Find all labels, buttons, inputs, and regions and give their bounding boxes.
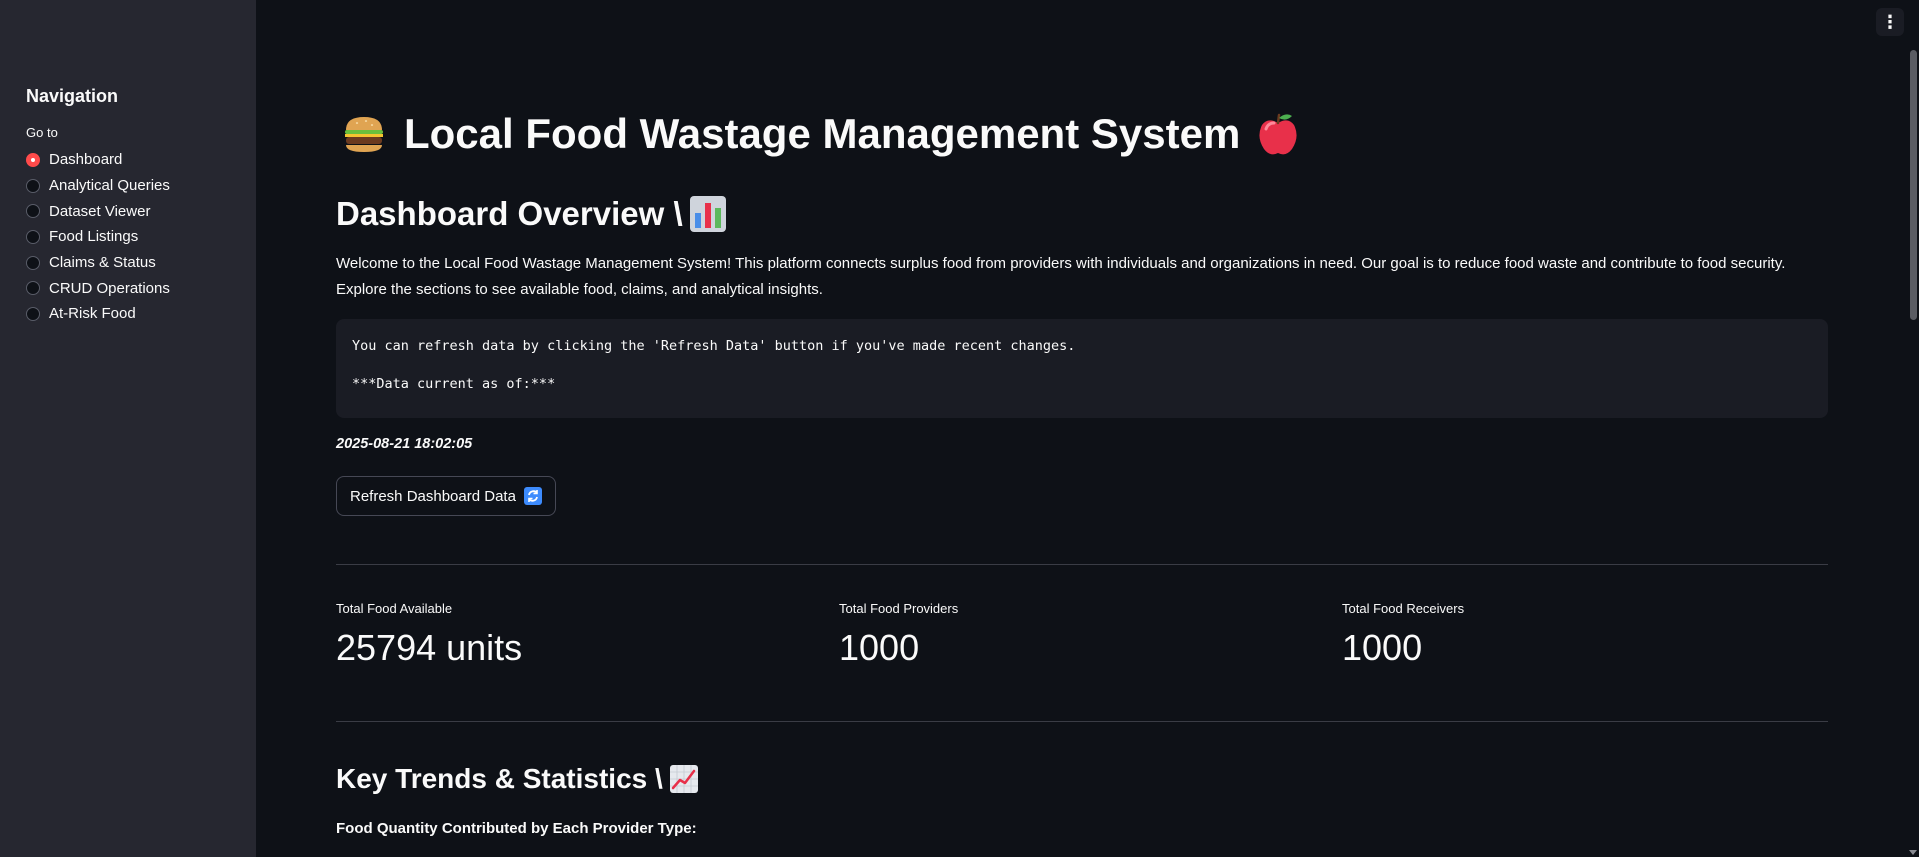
nav-radio-label: Dataset Viewer	[49, 202, 151, 220]
page-title-text: Local Food Wastage Management System	[404, 110, 1241, 157]
metric-value: 1000	[1342, 627, 1423, 668]
nav-radio-at-risk-food[interactable]: At-Risk Food	[26, 301, 256, 327]
nav-radio-dashboard[interactable]: Dashboard	[26, 147, 256, 173]
provider-type-subheading: Food Quantity Contributed by Each Provid…	[336, 820, 697, 837]
bar-chart-icon	[689, 196, 726, 232]
nav-radio-label: At-Risk Food	[49, 305, 136, 323]
apple-icon	[1259, 113, 1297, 155]
nav-radio-label: Analytical Queries	[49, 177, 170, 195]
overview-title-text: Dashboard Overview \	[336, 195, 683, 232]
section-divider	[336, 721, 1828, 722]
navigation-radio-group: Dashboard Analytical Queries Dataset Vie…	[26, 147, 256, 327]
data-timestamp: 2025-08-21 18:02:05	[336, 436, 473, 452]
page-title: Local Food Wastage Management System	[342, 106, 1300, 162]
main-menu-button[interactable]: ⋮	[1876, 8, 1904, 36]
refresh-dashboard-button[interactable]: Refresh Dashboard Data	[336, 476, 556, 516]
scroll-down-arrow-icon[interactable]	[1909, 850, 1917, 855]
page-scrollbar[interactable]	[1907, 0, 1919, 857]
metric-label: Total Food Available	[336, 601, 453, 616]
scrollbar-thumb[interactable]	[1910, 50, 1917, 320]
burger-icon	[345, 117, 383, 152]
trends-section-title: Key Trends & Statistics \	[336, 760, 699, 798]
nav-radio-analytical-queries[interactable]: Analytical Queries	[26, 173, 256, 199]
refresh-button-label: Refresh Dashboard Data	[350, 487, 516, 505]
metric-value: 1000	[839, 627, 920, 668]
code-line: You can refresh data by clicking the 'Re…	[352, 338, 1076, 354]
nav-radio-food-listings[interactable]: Food Listings	[26, 224, 256, 250]
sidebar: Navigation Go to Dashboard Analytical Qu…	[0, 0, 256, 857]
nav-radio-label: Dashboard	[49, 151, 123, 169]
refresh-icon	[523, 487, 542, 505]
code-line: ***Data current as of:***	[352, 376, 556, 392]
metric-label: Total Food Providers	[839, 601, 959, 616]
kebab-menu-icon: ⋮	[1881, 12, 1899, 32]
section-divider	[336, 564, 1828, 565]
metric-total-food-available: Total Food Available 25794 units	[336, 600, 816, 668]
radio-button-icon[interactable]	[26, 306, 40, 321]
radio-button-icon[interactable]	[26, 255, 40, 270]
trends-title-text: Key Trends & Statistics \	[336, 763, 663, 794]
metric-total-food-providers: Total Food Providers 1000	[839, 600, 1319, 668]
nav-radio-claims-status[interactable]: Claims & Status	[26, 250, 256, 276]
nav-radio-dataset-viewer[interactable]: Dataset Viewer	[26, 198, 256, 224]
code-block: You can refresh data by clicking the 'Re…	[336, 319, 1828, 418]
sidebar-title: Navigation	[26, 86, 119, 106]
radio-group-label: Go to	[26, 125, 58, 140]
nav-radio-label: Food Listings	[49, 228, 139, 246]
metric-value: 25794 units	[336, 627, 523, 668]
nav-radio-crud-operations[interactable]: CRUD Operations	[26, 275, 256, 301]
overview-section-title: Dashboard Overview \	[336, 192, 727, 236]
trend-chart-icon	[669, 765, 698, 793]
nav-radio-label: CRUD Operations	[49, 279, 170, 297]
nav-radio-label: Claims & Status	[49, 254, 156, 272]
intro-paragraph: Welcome to the Local Food Wastage Manage…	[336, 255, 1786, 298]
radio-button-icon[interactable]	[26, 178, 40, 193]
app-window: Navigation Go to Dashboard Analytical Qu…	[0, 0, 1919, 857]
metric-label: Total Food Receivers	[1342, 601, 1465, 616]
radio-button-icon[interactable]	[26, 204, 40, 219]
radio-button-icon[interactable]	[26, 152, 40, 167]
radio-button-icon[interactable]	[26, 281, 40, 296]
radio-button-icon[interactable]	[26, 229, 40, 244]
metric-total-food-receivers: Total Food Receivers 1000	[1342, 600, 1822, 668]
